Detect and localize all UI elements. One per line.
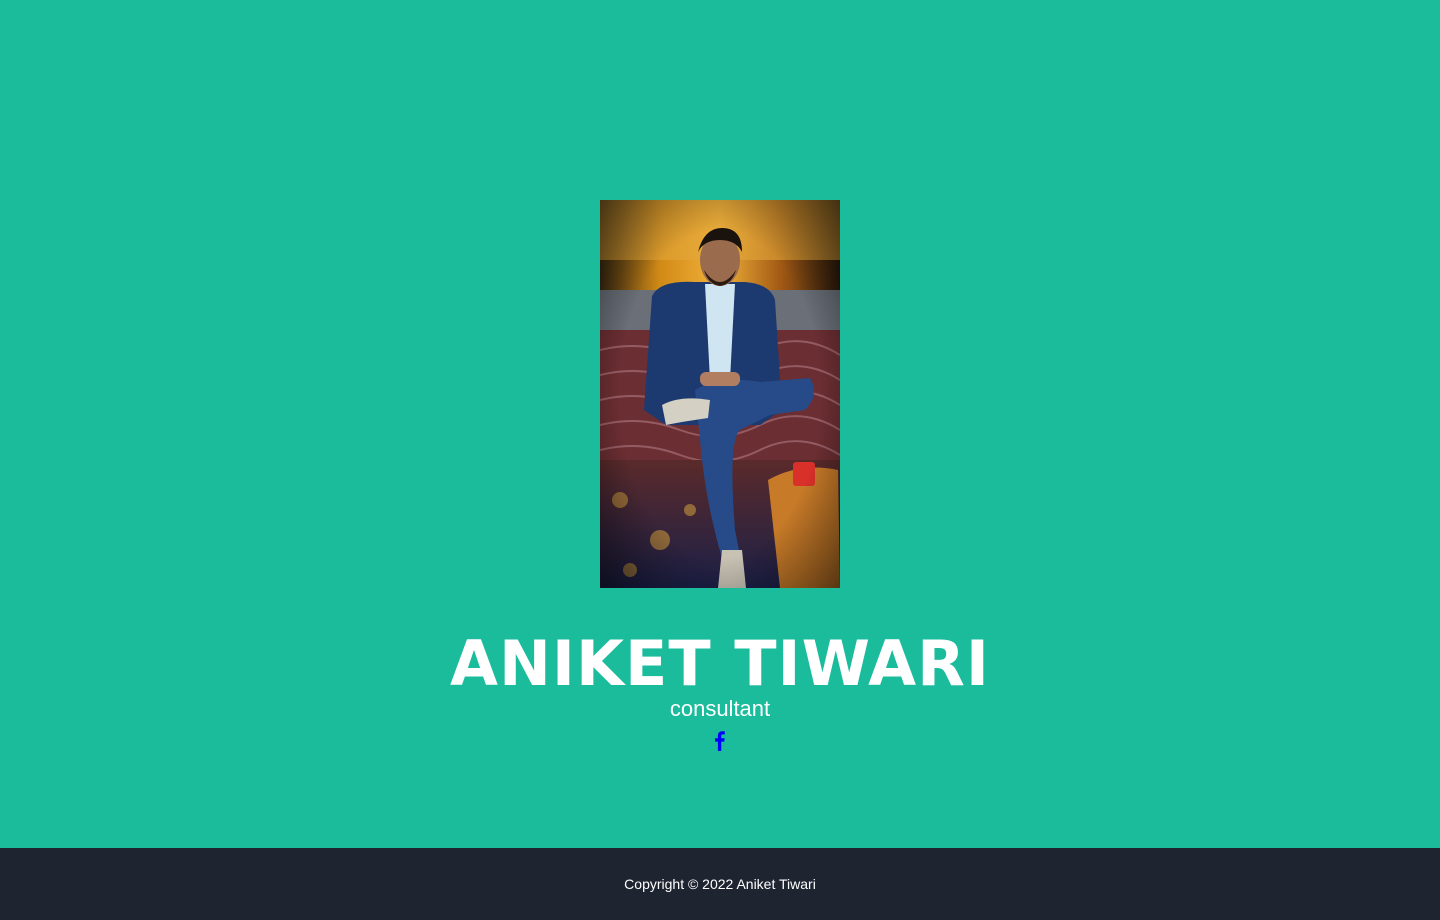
profile-role: consultant: [669, 696, 771, 721]
copyright-text: Copyright © 2022 Aniket Tiwari: [624, 876, 816, 892]
profile-photo-illustration: [600, 200, 840, 588]
hero-section: ANIKET TIWARI consultant: [0, 0, 1440, 848]
profile-photo: [600, 200, 840, 588]
profile-name: ANIKET TIWARI: [450, 627, 990, 700]
facebook-link[interactable]: [710, 729, 730, 751]
facebook-icon: [715, 731, 725, 751]
